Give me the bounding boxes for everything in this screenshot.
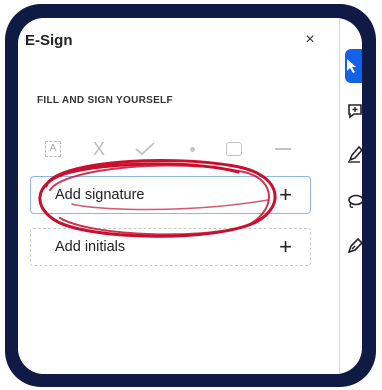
app-window: E-Sign × FILL AND SIGN YOURSELF A X Add … — [18, 18, 362, 374]
right-toolbar — [340, 18, 362, 374]
panel-title: E-Sign — [25, 32, 73, 49]
sign-tool-button[interactable] — [347, 233, 362, 259]
sign-pen-icon — [347, 237, 362, 254]
close-button[interactable]: × — [299, 29, 321, 51]
add-comment-icon — [348, 104, 362, 119]
lasso-tool-button[interactable] — [347, 188, 362, 214]
screenshot-frame: E-Sign × FILL AND SIGN YOURSELF A X Add … — [5, 4, 376, 387]
select-tool-button[interactable] — [345, 49, 362, 83]
draw-tool-button[interactable] — [347, 141, 362, 167]
section-heading: FILL AND SIGN YOURSELF — [37, 95, 173, 106]
draw-pen-icon — [348, 145, 362, 163]
select-cursor-icon — [347, 59, 356, 73]
red-annotation-circle — [38, 159, 277, 238]
add-comment-button[interactable] — [347, 98, 362, 124]
lasso-icon — [348, 194, 362, 208]
esign-panel: E-Sign × FILL AND SIGN YOURSELF A X Add … — [18, 18, 340, 374]
